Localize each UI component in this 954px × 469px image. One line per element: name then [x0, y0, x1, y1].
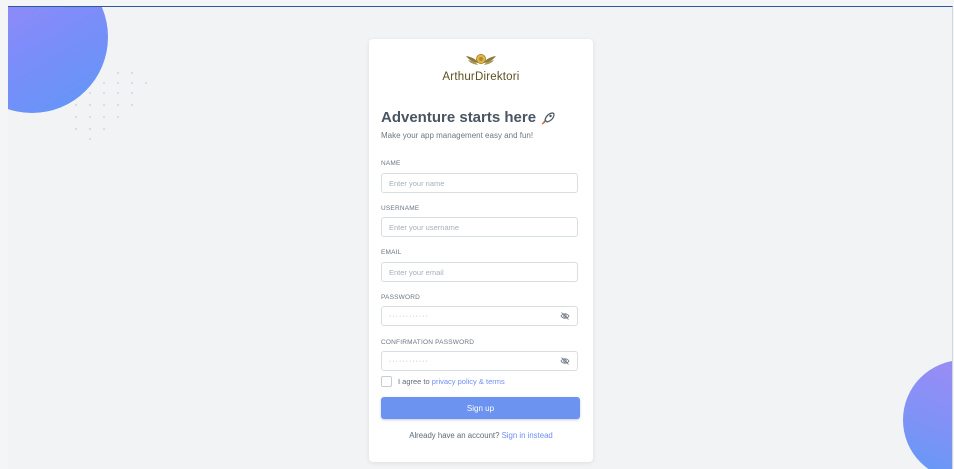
agree-terms-checkbox[interactable]	[381, 376, 392, 387]
username-label: USERNAME	[381, 205, 420, 212]
page-title-text: Adventure starts here	[381, 109, 537, 126]
privacy-policy-link[interactable]: privacy policy & terms	[432, 377, 505, 386]
password-value: ············	[389, 312, 429, 320]
brand-logo[interactable]: ArthurDirektori	[369, 51, 593, 83]
name-label: NAME	[381, 160, 401, 167]
password-input[interactable]: ············	[381, 306, 578, 326]
username-input[interactable]: Enter your username	[381, 217, 578, 237]
eye-off-icon[interactable]	[560, 356, 570, 366]
page-title: Adventure starts here	[381, 109, 556, 126]
brand-name: ArthurDirektori	[442, 71, 520, 83]
confirm-password-input[interactable]: ············	[381, 351, 578, 371]
register-card: ArthurDirektori Adventure starts here Ma…	[369, 39, 593, 462]
confirm-password-value: ············	[389, 357, 429, 365]
agree-terms-row: I agree to privacy policy & terms	[381, 376, 505, 387]
page-subtitle: Make your app management easy and fun!	[381, 131, 534, 140]
agree-terms-text: I agree to	[398, 377, 430, 386]
eye-off-icon[interactable]	[560, 311, 570, 321]
sign-in-prompt-text: Already have an account?	[409, 431, 500, 440]
password-label: PASSWORD	[381, 294, 421, 301]
page-frame: ArthurDirektori Adventure starts here Ma…	[8, 6, 953, 469]
sign-in-link[interactable]: Sign in instead	[502, 431, 553, 440]
username-placeholder: Enter your username	[389, 222, 460, 232]
name-placeholder: Enter your name	[389, 178, 445, 188]
confirm-password-label: CONFIRMATION PASSWORD	[381, 339, 475, 346]
email-input[interactable]: Enter your email	[381, 262, 578, 282]
decorative-circle-bottom-right	[903, 360, 952, 469]
sign-in-prompt: Already have an account? Sign in instead	[369, 431, 593, 440]
decorative-dot-grid	[75, 72, 147, 140]
email-label: EMAIL	[381, 249, 402, 256]
rocket-icon	[541, 111, 555, 125]
email-placeholder: Enter your email	[389, 267, 444, 277]
sign-up-button[interactable]: Sign up	[381, 397, 580, 419]
name-input[interactable]: Enter your name	[381, 173, 578, 193]
winged-emblem-icon	[466, 54, 496, 65]
